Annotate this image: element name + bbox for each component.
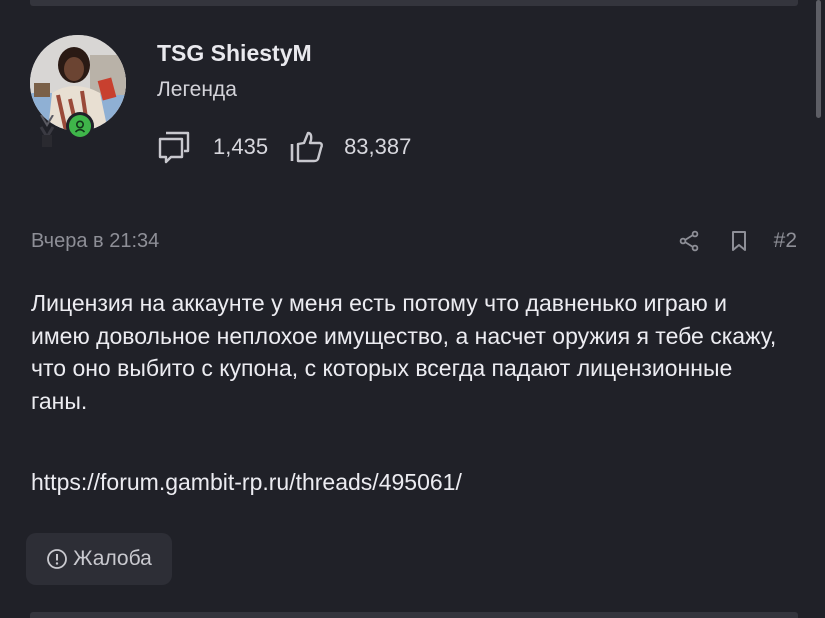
previous-post-edge xyxy=(30,0,798,6)
speech-bubble-icon xyxy=(157,130,191,164)
user-avatar-block[interactable] xyxy=(30,35,128,153)
share-icon[interactable] xyxy=(678,230,700,252)
user-title: Легенда xyxy=(157,78,237,101)
online-status-icon xyxy=(66,112,94,140)
messages-count: 1,435 xyxy=(213,134,269,159)
post-actions: #2 xyxy=(678,229,797,253)
user-stats: 1,435 83,387 xyxy=(157,130,411,164)
post-number[interactable]: #2 xyxy=(774,229,797,253)
decoration-icon xyxy=(38,114,56,149)
post-link[interactable]: https://forum.gambit-rp.ru/threads/49506… xyxy=(31,469,462,496)
username[interactable]: TSG ShiestyM xyxy=(157,40,312,67)
bookmark-icon[interactable] xyxy=(730,230,748,252)
scrollbar[interactable] xyxy=(816,0,821,118)
report-button[interactable]: Жалоба xyxy=(26,533,172,585)
post-body: Лицензия на аккаунте у меня есть потому … xyxy=(31,290,777,414)
thumbs-up-icon xyxy=(290,130,324,164)
report-label: Жалоба xyxy=(73,547,152,570)
post-date[interactable]: Вчера в 21:34 xyxy=(31,230,159,253)
info-circle-icon xyxy=(46,548,68,570)
reactions-count: 83,387 xyxy=(344,134,412,159)
next-post-edge xyxy=(30,612,798,618)
